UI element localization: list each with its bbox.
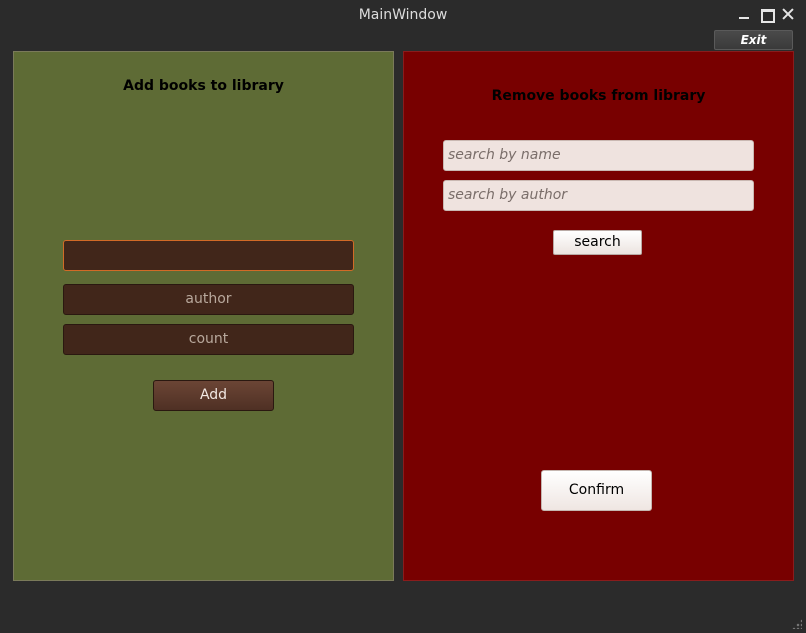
- remove-books-title: Remove books from library: [491, 88, 706, 104]
- add-books-title: Add books to library: [123, 78, 284, 94]
- confirm-button[interactable]: Confirm: [541, 470, 652, 511]
- author-field[interactable]: author: [63, 284, 354, 315]
- window-title: MainWindow: [358, 7, 448, 23]
- title-bar[interactable]: MainWindow: [0, 0, 806, 30]
- title-field[interactable]: [63, 240, 354, 271]
- count-field[interactable]: count: [63, 324, 354, 355]
- main-window: MainWindow Exit Add books to library aut…: [0, 0, 806, 633]
- exit-button[interactable]: Exit: [714, 30, 793, 50]
- search-by-name-input[interactable]: search by name: [443, 140, 754, 171]
- close-icon[interactable]: [780, 6, 796, 22]
- search-button[interactable]: search: [553, 230, 642, 255]
- add-button[interactable]: Add: [153, 380, 274, 411]
- add-books-panel: Add books to library author count Add: [13, 51, 394, 581]
- remove-books-panel: Remove books from library search by name…: [403, 51, 794, 581]
- search-by-author-input[interactable]: search by author: [443, 180, 754, 211]
- maximize-icon[interactable]: [758, 6, 775, 23]
- minimize-icon[interactable]: [736, 6, 752, 22]
- resize-grip-icon[interactable]: [792, 619, 802, 629]
